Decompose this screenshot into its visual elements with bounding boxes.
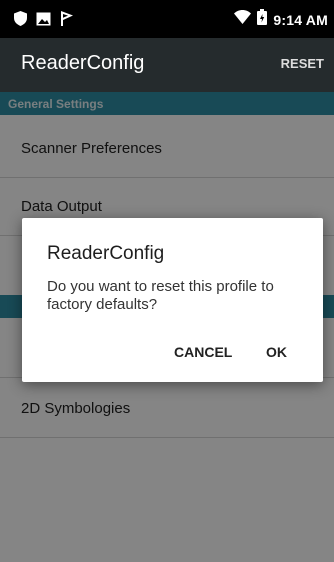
cancel-button[interactable]: CANCEL: [174, 344, 232, 360]
reset-confirm-dialog: ReaderConfig Do you want to reset this p…: [22, 218, 323, 382]
system-icons: 9:14 AM: [234, 9, 328, 30]
shield-icon: [14, 11, 27, 31]
wifi-icon: [234, 10, 252, 29]
ok-button[interactable]: OK: [266, 344, 287, 360]
dialog-title: ReaderConfig: [47, 243, 165, 264]
status-time: 9:14 AM: [273, 11, 328, 28]
app-title: ReaderConfig: [21, 52, 145, 74]
tag-flag-icon: [60, 11, 74, 31]
battery-icon: [257, 9, 268, 30]
dialog-message: Do you want to reset this profile to fac…: [47, 278, 274, 313]
image-icon: [36, 12, 51, 31]
reset-button[interactable]: RESET: [281, 56, 324, 71]
app-bar: ReaderConfig RESET: [0, 38, 334, 92]
notification-icons: [14, 11, 74, 31]
status-bar: 9:14 AM: [0, 0, 334, 38]
